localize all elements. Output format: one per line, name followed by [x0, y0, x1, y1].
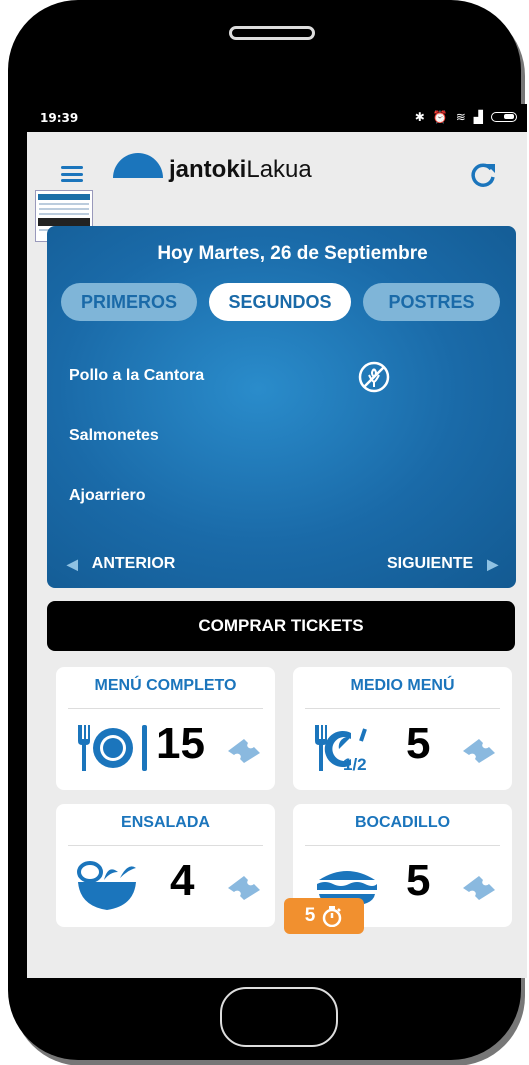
ticket-count: 4	[170, 856, 195, 905]
tab-segundos[interactable]: SEGUNDOS	[209, 283, 351, 321]
alarm-icon: ⏰	[432, 110, 448, 124]
ticket-card-medio-menu[interactable]: MEDIO MENÚ 1/2 5	[293, 667, 512, 790]
tab-primeros[interactable]: PRIMEROS	[61, 283, 197, 321]
ticket-title: ENSALADA	[121, 814, 210, 831]
app-screen: 19:39 ✱ ⏰ ≋ ▟ jantokiLakua Hoy Martes, 2…	[27, 104, 527, 978]
status-bar: 19:39 ✱ ⏰ ≋ ▟	[27, 104, 527, 132]
buy-tickets-button[interactable]: COMPRAR TICKETS	[47, 601, 515, 651]
divider	[68, 708, 263, 709]
ticket-card-menu-completo[interactable]: MENÚ COMPLETO 15	[56, 667, 275, 790]
signal-icon: ▟	[473, 110, 483, 124]
battery-icon	[491, 112, 517, 122]
stopwatch-icon	[323, 906, 342, 927]
dish-item: Pollo a la Cantora	[69, 367, 205, 384]
ticket-card-ensalada[interactable]: ENSALADA 4	[56, 804, 275, 927]
status-time: 19:39	[40, 111, 79, 125]
app-header: jantokiLakua	[27, 132, 527, 218]
ticket-icon	[463, 876, 495, 900]
hamburger-menu-icon[interactable]	[61, 166, 83, 182]
ticket-count: 5	[406, 719, 431, 768]
app-brand: jantokiLakua	[169, 156, 312, 184]
phone-frame: 19:39 ✱ ⏰ ≋ ▟ jantokiLakua Hoy Martes, 2…	[8, 0, 527, 1060]
ticket-title: MENÚ COMPLETO	[94, 677, 237, 694]
ticket-title: MEDIO MENÚ	[350, 677, 455, 694]
status-icons: ✱ ⏰ ≋ ▟	[415, 110, 517, 124]
wifi-icon: ≋	[455, 110, 466, 124]
ticket-count: 5	[406, 856, 431, 905]
bluetooth-icon: ✱	[414, 110, 425, 124]
refresh-icon[interactable]	[468, 160, 498, 190]
brand-regular: Lakua	[246, 156, 312, 183]
ticket-title: BOCADILLO	[354, 814, 451, 831]
menu-date: Hoy Martes, 26 de Septiembre	[157, 243, 428, 264]
half-fraction-label: 1/2	[343, 755, 367, 774]
salad-bowl-icon	[77, 861, 136, 910]
plate-cutlery-icon	[78, 725, 147, 771]
logo-arc-icon	[113, 153, 163, 178]
gluten-free-icon	[358, 361, 390, 393]
tab-postres[interactable]: POSTRES	[363, 283, 500, 321]
pending-timer-badge[interactable]: 5	[284, 898, 364, 934]
course-tabs: PRIMEROS SEGUNDOS POSTRES	[61, 283, 500, 321]
daily-menu-card: Hoy Martes, 26 de Septiembre PRIMEROS SE…	[47, 226, 516, 588]
brand-bold: jantoki	[169, 156, 247, 183]
earpiece-speaker	[229, 26, 315, 40]
ticket-icon	[228, 739, 260, 763]
dish-item: Salmonetes	[69, 427, 159, 444]
next-day-button[interactable]: SIGUIENTE ▶	[387, 555, 498, 573]
ticket-icon	[228, 876, 260, 900]
next-label: SIGUIENTE	[386, 555, 474, 572]
ticket-count: 15	[156, 719, 205, 768]
timer-count: 5	[304, 905, 316, 926]
chevron-right-icon: ▶	[487, 555, 498, 572]
dish-item: Ajoarriero	[69, 487, 146, 504]
divider	[305, 845, 500, 846]
previous-day-button[interactable]: ◀ ANTERIOR	[67, 555, 175, 573]
chevron-left-icon: ◀	[67, 555, 78, 572]
previous-label: ANTERIOR	[91, 555, 176, 572]
ticket-icon	[463, 739, 495, 763]
divider	[68, 845, 263, 846]
divider	[305, 708, 500, 709]
home-button[interactable]	[220, 987, 338, 1047]
